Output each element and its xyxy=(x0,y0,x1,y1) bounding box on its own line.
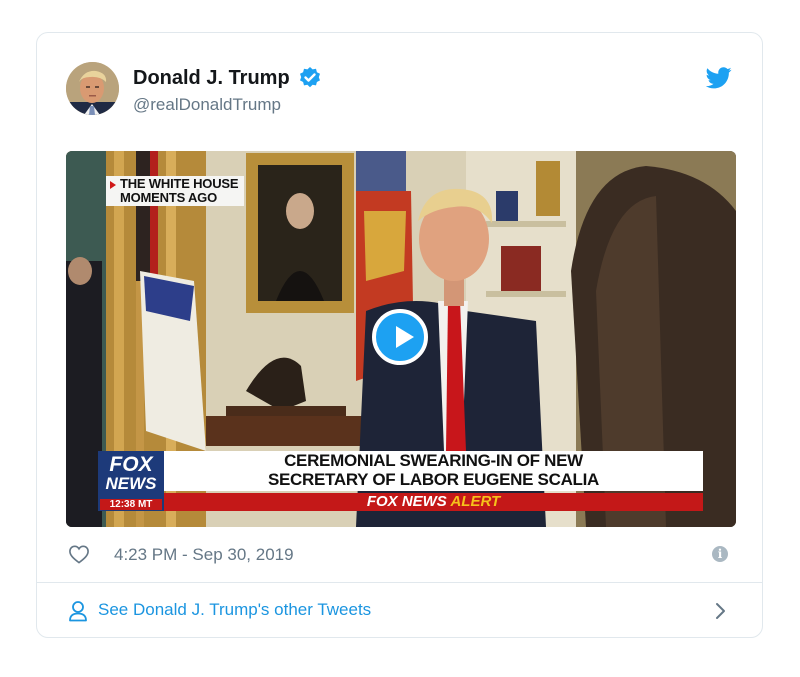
alert-word: ALERT xyxy=(450,493,501,510)
author-name-text[interactable]: Donald J. Trump xyxy=(133,67,290,90)
author-name[interactable]: Donald J. Trump xyxy=(133,66,322,90)
logo-line1: FOX xyxy=(109,453,153,476)
headline-line1: CEREMONIAL SWEARING-IN OF NEW xyxy=(284,451,583,470)
network-logo: FOX NEWS 12:38 MT xyxy=(98,451,164,511)
video-player[interactable]: THE WHITE HOUSE MOMENTS AGO FOX NEWS 12:… xyxy=(66,151,736,527)
logo-line2: NEWS xyxy=(105,474,157,493)
alert-bar: FOX NEWS ALERT xyxy=(164,493,703,511)
location-tag: THE WHITE HOUSE MOMENTS AGO xyxy=(106,176,245,206)
play-icon[interactable] xyxy=(372,309,428,365)
location-tag-line1: THE WHITE HOUSE xyxy=(120,176,239,191)
tweet-footer[interactable]: See Donald J. Trump's other Tweets xyxy=(37,583,762,638)
headline: CEREMONIAL SWEARING-IN OF NEW SECRETARY … xyxy=(164,451,703,491)
headline-line2: SECRETARY OF LABOR EUGENE SCALIA xyxy=(267,470,600,489)
chevron-right-icon[interactable] xyxy=(715,602,726,620)
lower-third-banner: FOX NEWS 12:38 MT CEREMONIAL SWEARING-IN… xyxy=(98,449,703,511)
tweet-header: Donald J. Trump @realDonaldTrump xyxy=(37,33,762,143)
avatar[interactable] xyxy=(66,62,119,115)
embedded-tweet-card: Donald J. Trump @realDonaldTrump THE WHI… xyxy=(36,32,763,638)
person-icon xyxy=(68,600,88,622)
info-icon[interactable] xyxy=(712,546,728,562)
twitter-bird-icon[interactable] xyxy=(705,67,732,89)
location-tag-line2: MOMENTS AGO xyxy=(120,190,217,205)
tweet-meta: 4:23 PM - Sep 30, 2019 xyxy=(37,533,762,579)
see-other-tweets-link[interactable]: See Donald J. Trump's other Tweets xyxy=(98,600,371,620)
heart-icon[interactable] xyxy=(68,544,90,564)
tweet-timestamp[interactable]: 4:23 PM - Sep 30, 2019 xyxy=(114,545,294,565)
verified-badge-icon xyxy=(298,66,322,90)
author-handle[interactable]: @realDonaldTrump xyxy=(133,95,281,115)
logo-time: 12:38 MT xyxy=(100,499,162,510)
alert-brand: FOX NEWS xyxy=(366,493,447,510)
